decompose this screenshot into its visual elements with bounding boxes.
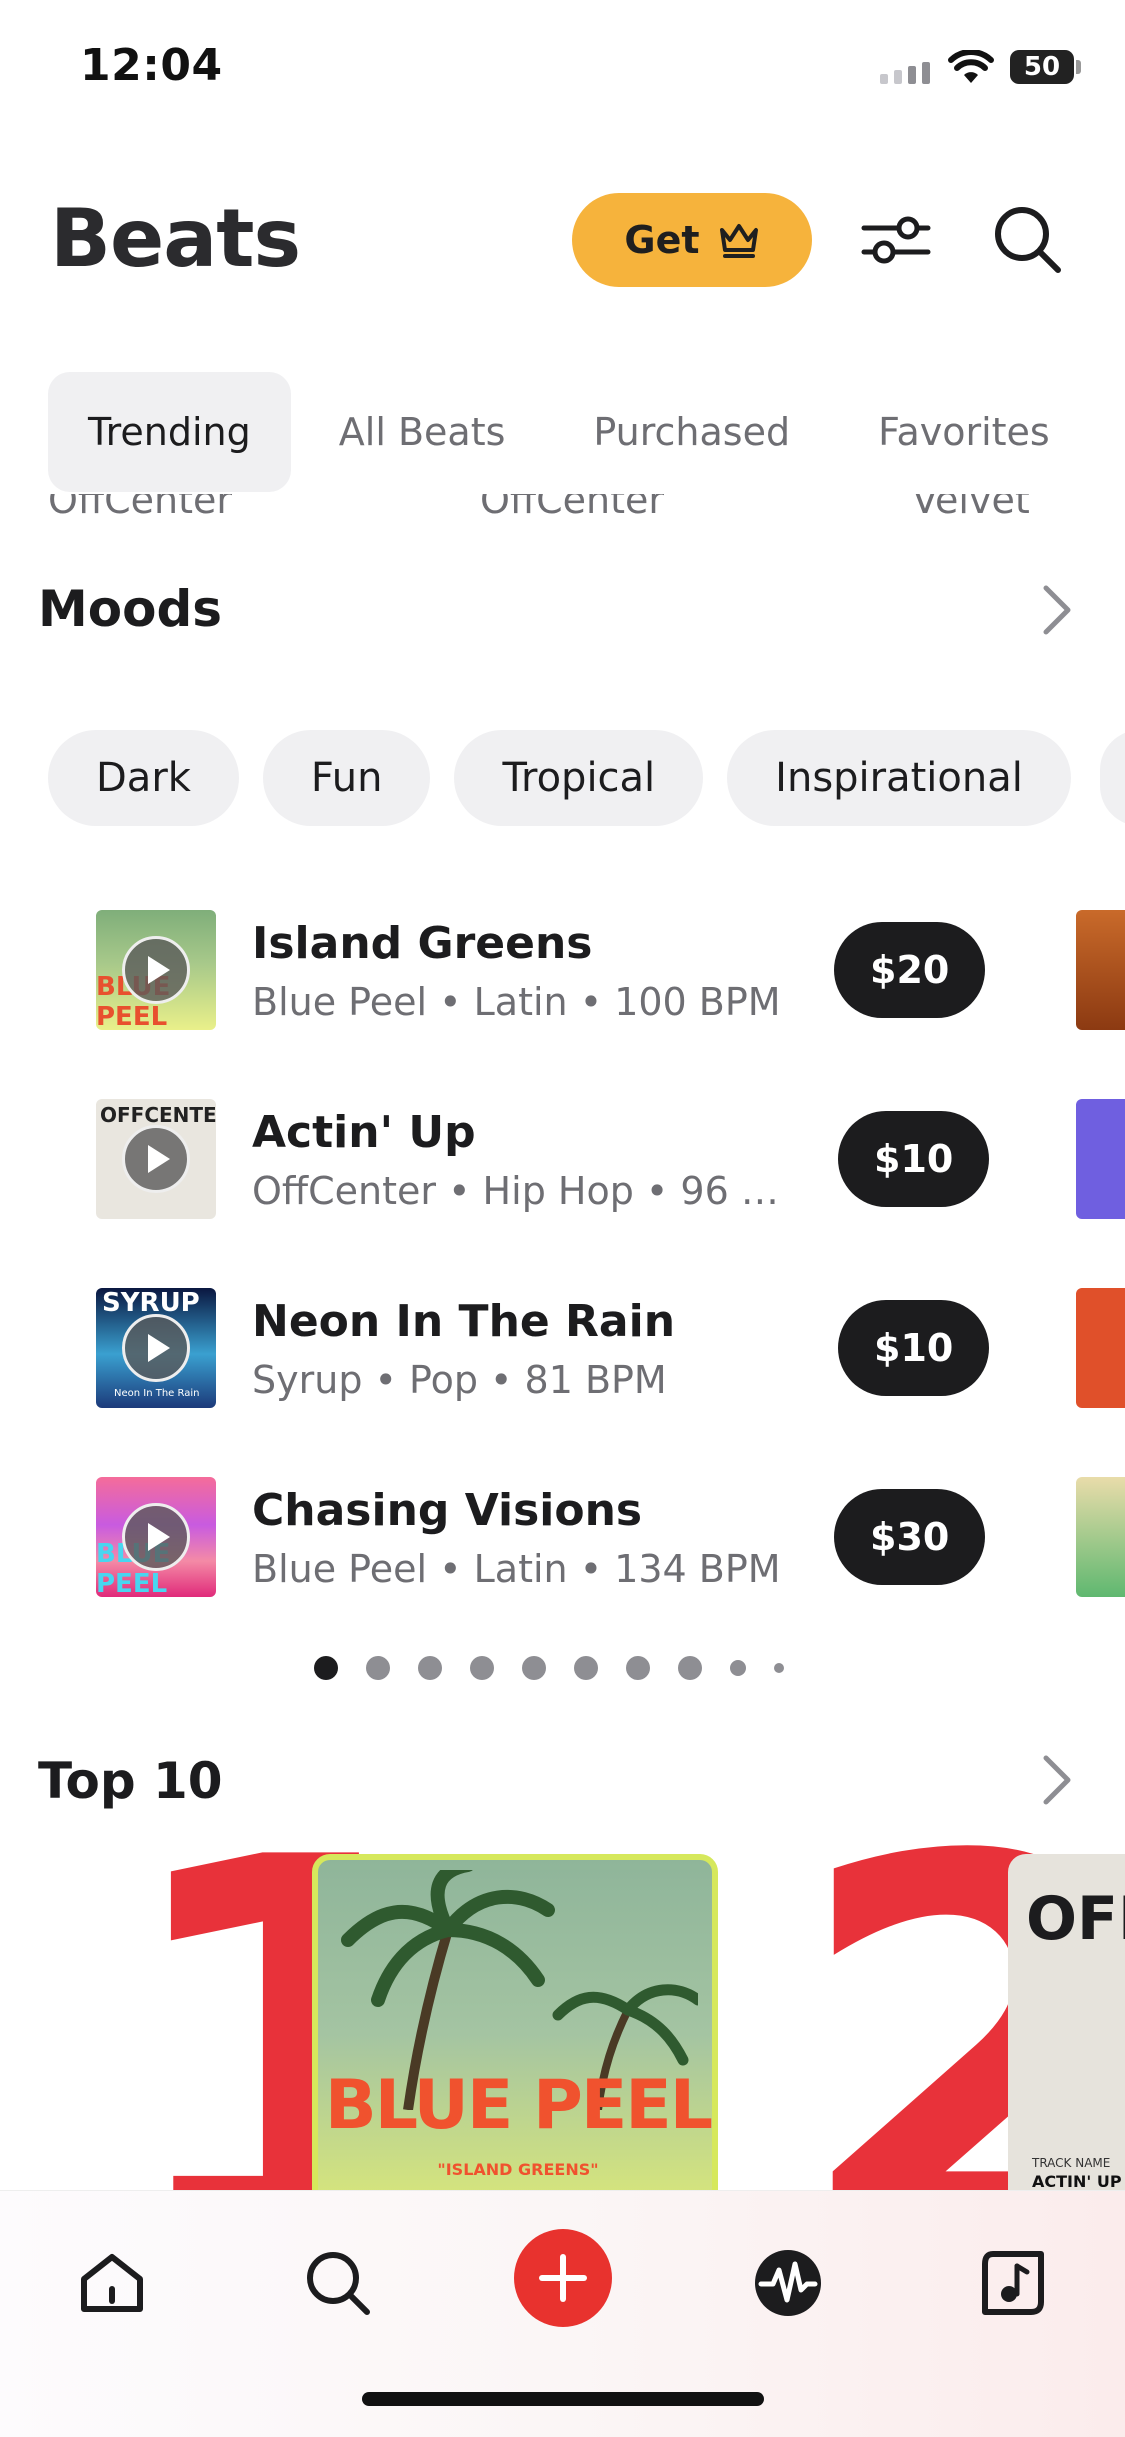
filter-icon[interactable] <box>860 210 932 270</box>
top10-title: Top 10 <box>38 1752 223 1810</box>
search-icon[interactable] <box>992 204 1064 276</box>
page-dot <box>730 1660 746 1676</box>
cover-art-text: OFFCENTER <box>100 1103 216 1127</box>
track-row[interactable]: SYRUP Neon In The Rain Neon In The Rain … <box>96 1288 996 1408</box>
track-row[interactable]: BLUE PEEL Chasing Visions Blue Peel • La… <box>96 1477 996 1597</box>
price-button[interactable]: $10 <box>838 1111 990 1207</box>
top10-cover[interactable]: BLUE PEEL "ISLAND GREENS" <box>312 1854 718 2190</box>
artist-name: OffCenter <box>48 494 232 522</box>
chevron-right-icon[interactable] <box>1036 582 1076 638</box>
track-row[interactable]: OFFCENTER Actin' Up OffCenter • Hip Hop … <box>96 1099 996 1219</box>
cover-art-text: BLUE PEEL <box>324 2066 712 2145</box>
track-meta: OffCenter • Hip Hop • 96 B... <box>252 1169 792 1213</box>
track-meta: Blue Peel • Latin • 100 BPM <box>252 980 781 1024</box>
play-icon <box>148 956 170 984</box>
get-button-label: Get <box>624 218 700 262</box>
battery-tip <box>1076 60 1081 74</box>
track-cover[interactable]: SYRUP Neon In The Rain <box>96 1288 216 1408</box>
moods-title: Moods <box>38 580 223 638</box>
mood-chip-tropical[interactable]: Tropical <box>454 730 704 826</box>
page-dot <box>574 1656 598 1680</box>
top10-cover[interactable]: OFF TRACK NAME ACTIN' UP <box>1008 1854 1125 2190</box>
price-button[interactable]: $10 <box>838 1300 990 1396</box>
track-title: Neon In The Rain <box>252 1296 676 1347</box>
tab-purchased[interactable]: Purchased <box>553 372 830 492</box>
track-title: Island Greens <box>252 918 593 969</box>
track-cover[interactable]: BLUE PEEL <box>96 910 216 1030</box>
track-cover[interactable]: OFFCENTER <box>96 1099 216 1219</box>
add-button[interactable] <box>514 2229 612 2327</box>
home-icon <box>81 2254 143 2312</box>
play-button[interactable] <box>122 1125 190 1193</box>
status-time: 12:04 <box>80 40 223 91</box>
chevron-right-icon[interactable] <box>1036 1752 1076 1808</box>
cover-art-subtext: Neon In The Rain <box>114 1388 200 1399</box>
tab-favorites[interactable]: Favorites <box>838 372 1090 492</box>
nav-home[interactable] <box>72 2243 152 2323</box>
top10-carousel: 1 BLUE PEEL "ISLAND GREENS" 2 OFF TRACK … <box>0 1830 1125 2190</box>
mood-chip-fun[interactable]: Fun <box>262 730 431 826</box>
page-dot <box>522 1656 546 1680</box>
track-title: Actin' Up <box>252 1107 476 1158</box>
price-button[interactable]: $30 <box>834 1489 986 1585</box>
nav-library[interactable] <box>974 2243 1054 2323</box>
scrolled-artist-names: OffCenter OffCenter Velvet <box>0 494 1125 534</box>
price-button[interactable]: $20 <box>834 922 986 1018</box>
track-meta: Blue Peel • Latin • 134 BPM <box>252 1547 781 1591</box>
crown-icon <box>719 224 758 258</box>
track-meta: Syrup • Pop • 81 BPM <box>252 1358 667 1402</box>
page-indicator[interactable] <box>314 1656 784 1680</box>
music-note-icon <box>982 2251 1044 2315</box>
mood-chip-inspirational[interactable]: Inspirational <box>727 730 1071 826</box>
next-track-cover[interactable] <box>1076 1099 1125 1219</box>
search-icon <box>307 2252 370 2315</box>
get-premium-button[interactable]: Get <box>572 193 812 287</box>
nav-waveform[interactable] <box>748 2243 828 2323</box>
home-indicator[interactable] <box>362 2392 764 2406</box>
next-track-cover[interactable] <box>1076 1288 1125 1408</box>
play-button[interactable] <box>122 1314 190 1382</box>
play-icon <box>148 1145 170 1173</box>
artist-name: OffCenter <box>480 494 664 522</box>
artist-name: Velvet <box>912 494 1030 522</box>
track-cover[interactable]: BLUE PEEL <box>96 1477 216 1597</box>
add-icon <box>539 2254 587 2302</box>
next-track-cover[interactable] <box>1076 910 1125 1030</box>
page-dot-active <box>314 1656 338 1680</box>
play-icon <box>148 1334 170 1362</box>
cover-art-text: OFF <box>1026 1884 1125 1954</box>
track-row[interactable]: BLUE PEEL Island Greens Blue Peel • Lati… <box>96 910 996 1030</box>
page-title: Beats <box>50 192 301 285</box>
tab-bar: Trending All Beats Purchased Favorites <box>48 372 1090 492</box>
battery-icon: 50 <box>1010 50 1074 84</box>
play-button[interactable] <box>122 936 190 1004</box>
page-dot <box>366 1656 390 1680</box>
cover-art-subtext: "ISLAND GREENS" <box>437 2160 599 2179</box>
wifi-icon <box>948 50 994 83</box>
mood-chip-peek[interactable] <box>1100 730 1125 826</box>
play-button[interactable] <box>122 1503 190 1571</box>
nav-search[interactable] <box>298 2243 378 2323</box>
page-dot <box>470 1656 494 1680</box>
cover-art-subtext: TRACK NAME <box>1032 2156 1111 2170</box>
tab-trending[interactable]: Trending <box>48 372 291 492</box>
page-dot <box>774 1663 784 1673</box>
tab-all-beats[interactable]: All Beats <box>299 372 546 492</box>
page-dot <box>418 1656 442 1680</box>
mood-chips: Dark Fun Tropical Inspirational <box>48 730 1071 826</box>
page-dot <box>678 1656 702 1680</box>
page-dot <box>626 1656 650 1680</box>
play-icon <box>148 1523 170 1551</box>
waveform-icon <box>755 2250 821 2316</box>
next-track-cover[interactable] <box>1076 1477 1125 1597</box>
cover-art-subtext: ACTIN' UP <box>1032 2172 1122 2190</box>
cellular-signal-icon <box>880 62 930 84</box>
track-title: Chasing Visions <box>252 1485 643 1536</box>
mood-chip-dark[interactable]: Dark <box>48 730 239 826</box>
